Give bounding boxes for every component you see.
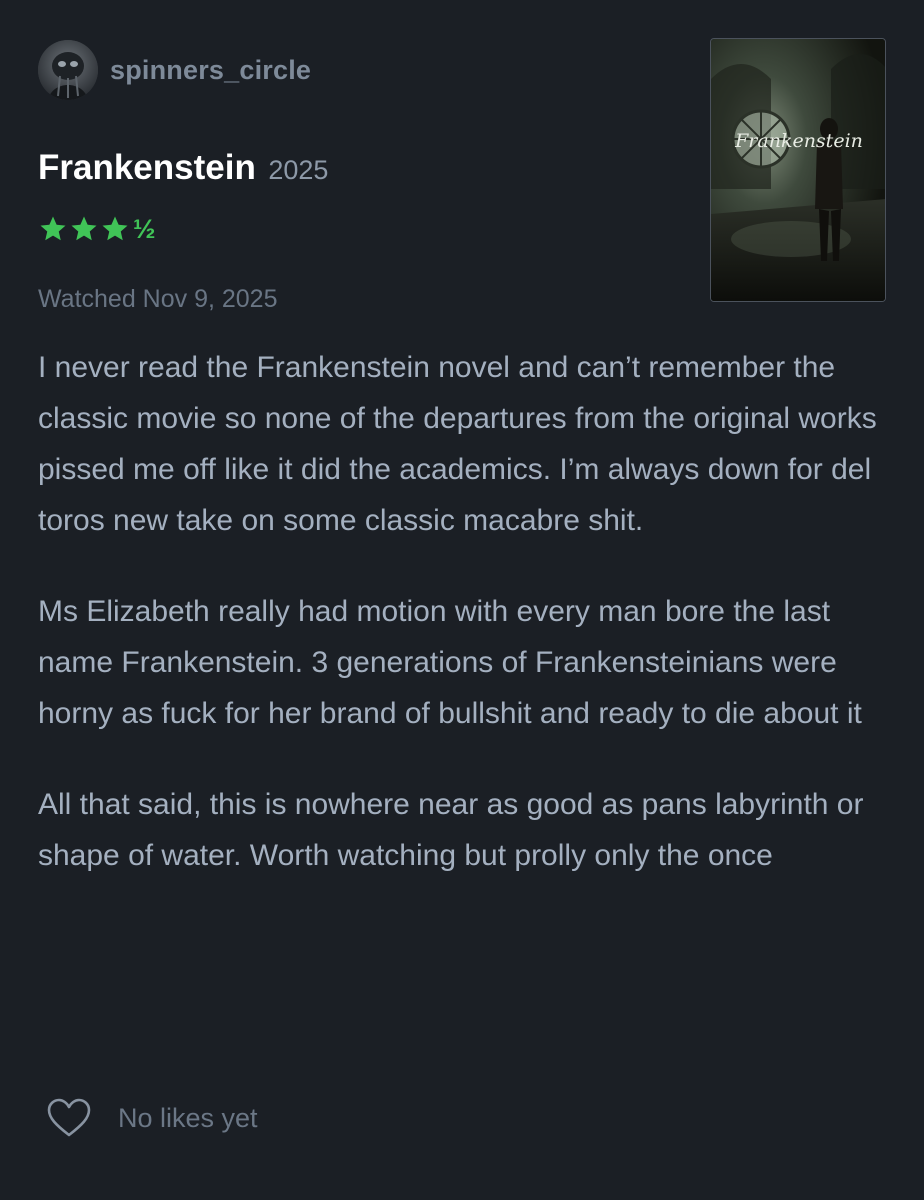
- star-icon: [102, 216, 128, 241]
- film-title-row: Frankenstein 2025: [38, 148, 328, 188]
- watched-date: Watched Nov 9, 2025: [38, 285, 278, 313]
- star-rating: ½: [38, 214, 156, 244]
- film-year[interactable]: 2025: [268, 155, 328, 185]
- review-body: I never read the Frankenstein novel and …: [38, 342, 888, 921]
- avatar[interactable]: [38, 40, 98, 100]
- review-screen: spinners_circle Frankenstein 2025 ½ Watc…: [0, 0, 924, 1200]
- review-paragraph: I never read the Frankenstein novel and …: [38, 351, 877, 537]
- username[interactable]: spinners_circle: [110, 55, 311, 86]
- star-icon: [71, 216, 97, 241]
- user-row[interactable]: spinners_circle: [38, 40, 311, 100]
- star-icon: [40, 216, 66, 241]
- film-title[interactable]: Frankenstein: [38, 148, 256, 187]
- likes-row: No likes yet: [46, 1098, 258, 1138]
- heart-icon[interactable]: [46, 1098, 92, 1138]
- film-poster[interactable]: Frankenstein: [710, 38, 886, 302]
- review-paragraph: All that said, this is nowhere near as g…: [38, 788, 864, 872]
- half-star: ½: [133, 214, 156, 244]
- likes-count: No likes yet: [118, 1102, 258, 1133]
- poster-title: Frankenstein: [734, 130, 863, 152]
- review-paragraph: Ms Elizabeth really had motion with ever…: [38, 595, 862, 730]
